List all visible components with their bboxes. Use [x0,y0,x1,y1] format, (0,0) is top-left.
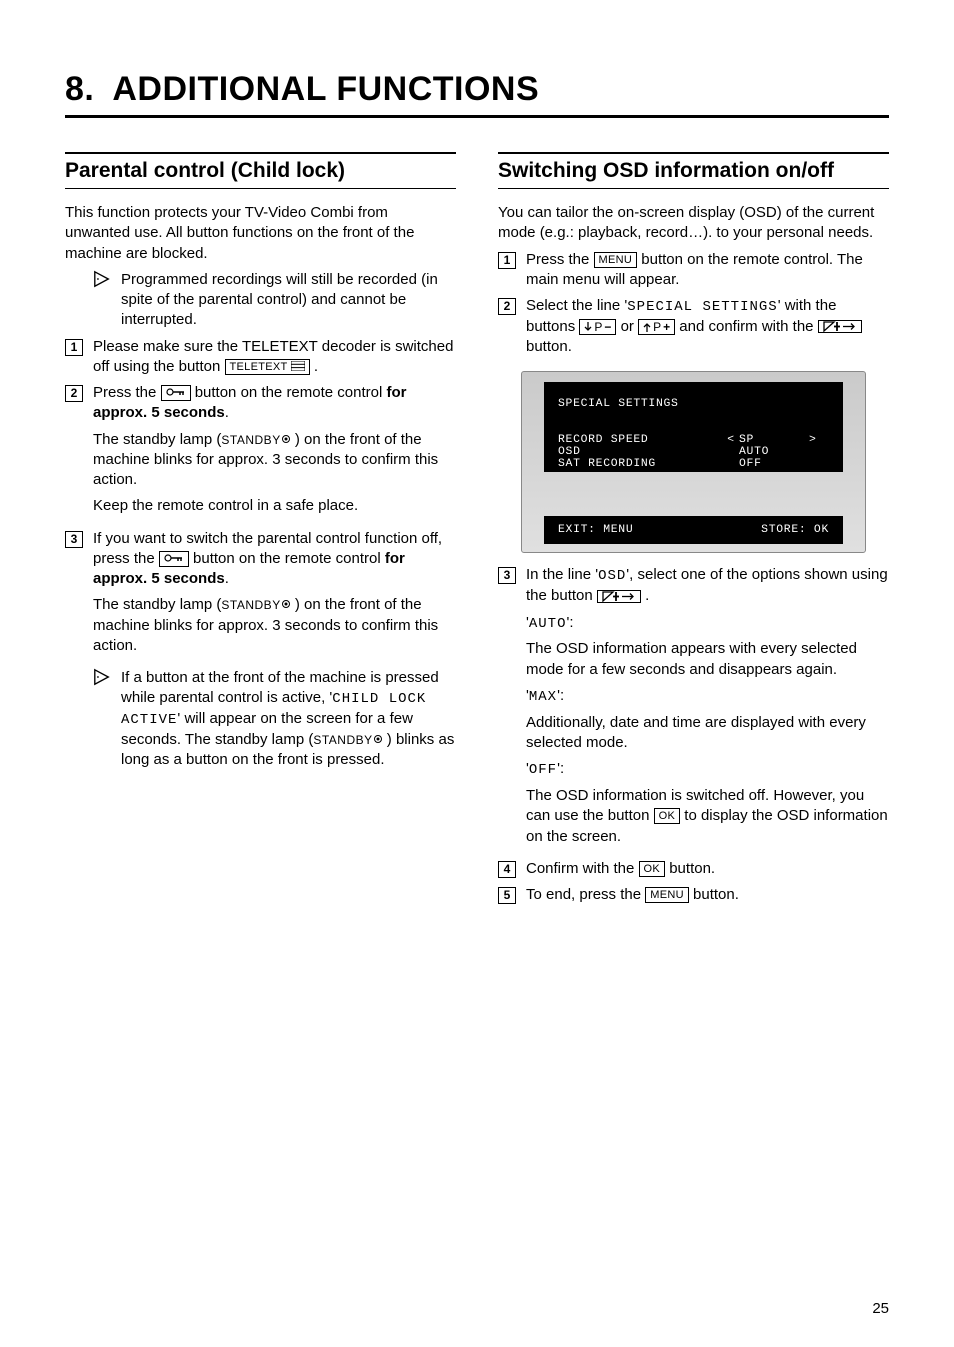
chapter-title-text: ADDITIONAL FUNCTIONS [112,70,539,108]
step-number: 4 [498,859,526,879]
screen-row: OSDAUTO [558,446,829,458]
step-1: 1 Press the MENU button on the remote co… [498,250,889,291]
select-button [597,590,641,603]
standby-label: STANDBY [313,733,372,747]
option-auto: AUTO [529,616,567,632]
standby-dot-icon [281,434,291,444]
step-4: 4 Confirm with the OK button. [498,859,889,879]
option-off: OFF [529,762,557,778]
section-title-parental: Parental control (Child lock) [65,152,456,189]
page-number: 25 [872,1300,889,1317]
intro-text: You can tailor the on-screen display (OS… [498,203,889,244]
note-play-icon [93,668,121,771]
standby-label: STANDBY [221,433,280,447]
option-max: MAX [529,689,557,705]
special-settings-code: SPECIAL SETTINGS [627,299,777,315]
step-2: 2 Press the button on the remote control… [65,383,456,523]
step-number: 2 [65,383,93,523]
p-up-button: P + [638,319,675,335]
menu-button-label: MENU [645,887,689,903]
select-button [818,320,862,333]
step-2: 2 Select the line 'SPECIAL SETTINGS' wit… [498,296,889,357]
step-number: 3 [65,529,93,663]
step-3: 3 In the line 'OSD', select one of the o… [498,565,889,853]
screen-exit: EXIT: MENU [558,524,633,536]
note-block: Programmed recordings will still be reco… [93,270,456,331]
screen-row: SAT RECORDINGOFF [558,458,829,470]
screen-store: STORE: OK [761,524,829,536]
key-icon-button [161,385,191,401]
right-column: Switching OSD information on/off You can… [498,146,889,911]
p-down-button: P − [579,319,616,335]
left-column: Parental control (Child lock) This funct… [65,146,456,911]
note-play-icon [93,270,121,331]
intro-text: This function protects your TV-Video Com… [65,203,456,264]
step-number: 1 [65,337,93,378]
teletext-button-label: TELETEXT [225,359,310,375]
screen-title: SPECIAL SETTINGS [558,398,829,410]
menu-button-label: MENU [594,252,638,268]
standby-dot-icon [281,599,291,609]
step-number: 3 [498,565,526,853]
note-block: If a button at the front of the machine … [93,668,456,771]
step-number: 5 [498,885,526,905]
section-title-osd: Switching OSD information on/off [498,152,889,189]
note-text: Programmed recordings will still be reco… [121,270,456,331]
osd-screen: SPECIAL SETTINGS RECORD SPEED<SP>OSDAUTO… [521,371,866,553]
chapter-number: 8. [65,70,94,109]
ok-button-label: OK [654,808,681,824]
screen-row: RECORD SPEED<SP> [558,434,829,446]
step-1: 1 Please make sure the TELETEXT decoder … [65,337,456,378]
step-number: 1 [498,250,526,291]
ok-button-label: OK [639,861,666,877]
step-number: 2 [498,296,526,357]
standby-dot-icon [373,734,383,744]
key-icon-button [159,551,189,567]
standby-label: STANDBY [221,598,280,612]
step-3: 3 If you want to switch the parental con… [65,529,456,663]
step-5: 5 To end, press the MENU button. [498,885,889,905]
chapter-heading: 8. ADDITIONAL FUNCTIONS [65,70,889,118]
